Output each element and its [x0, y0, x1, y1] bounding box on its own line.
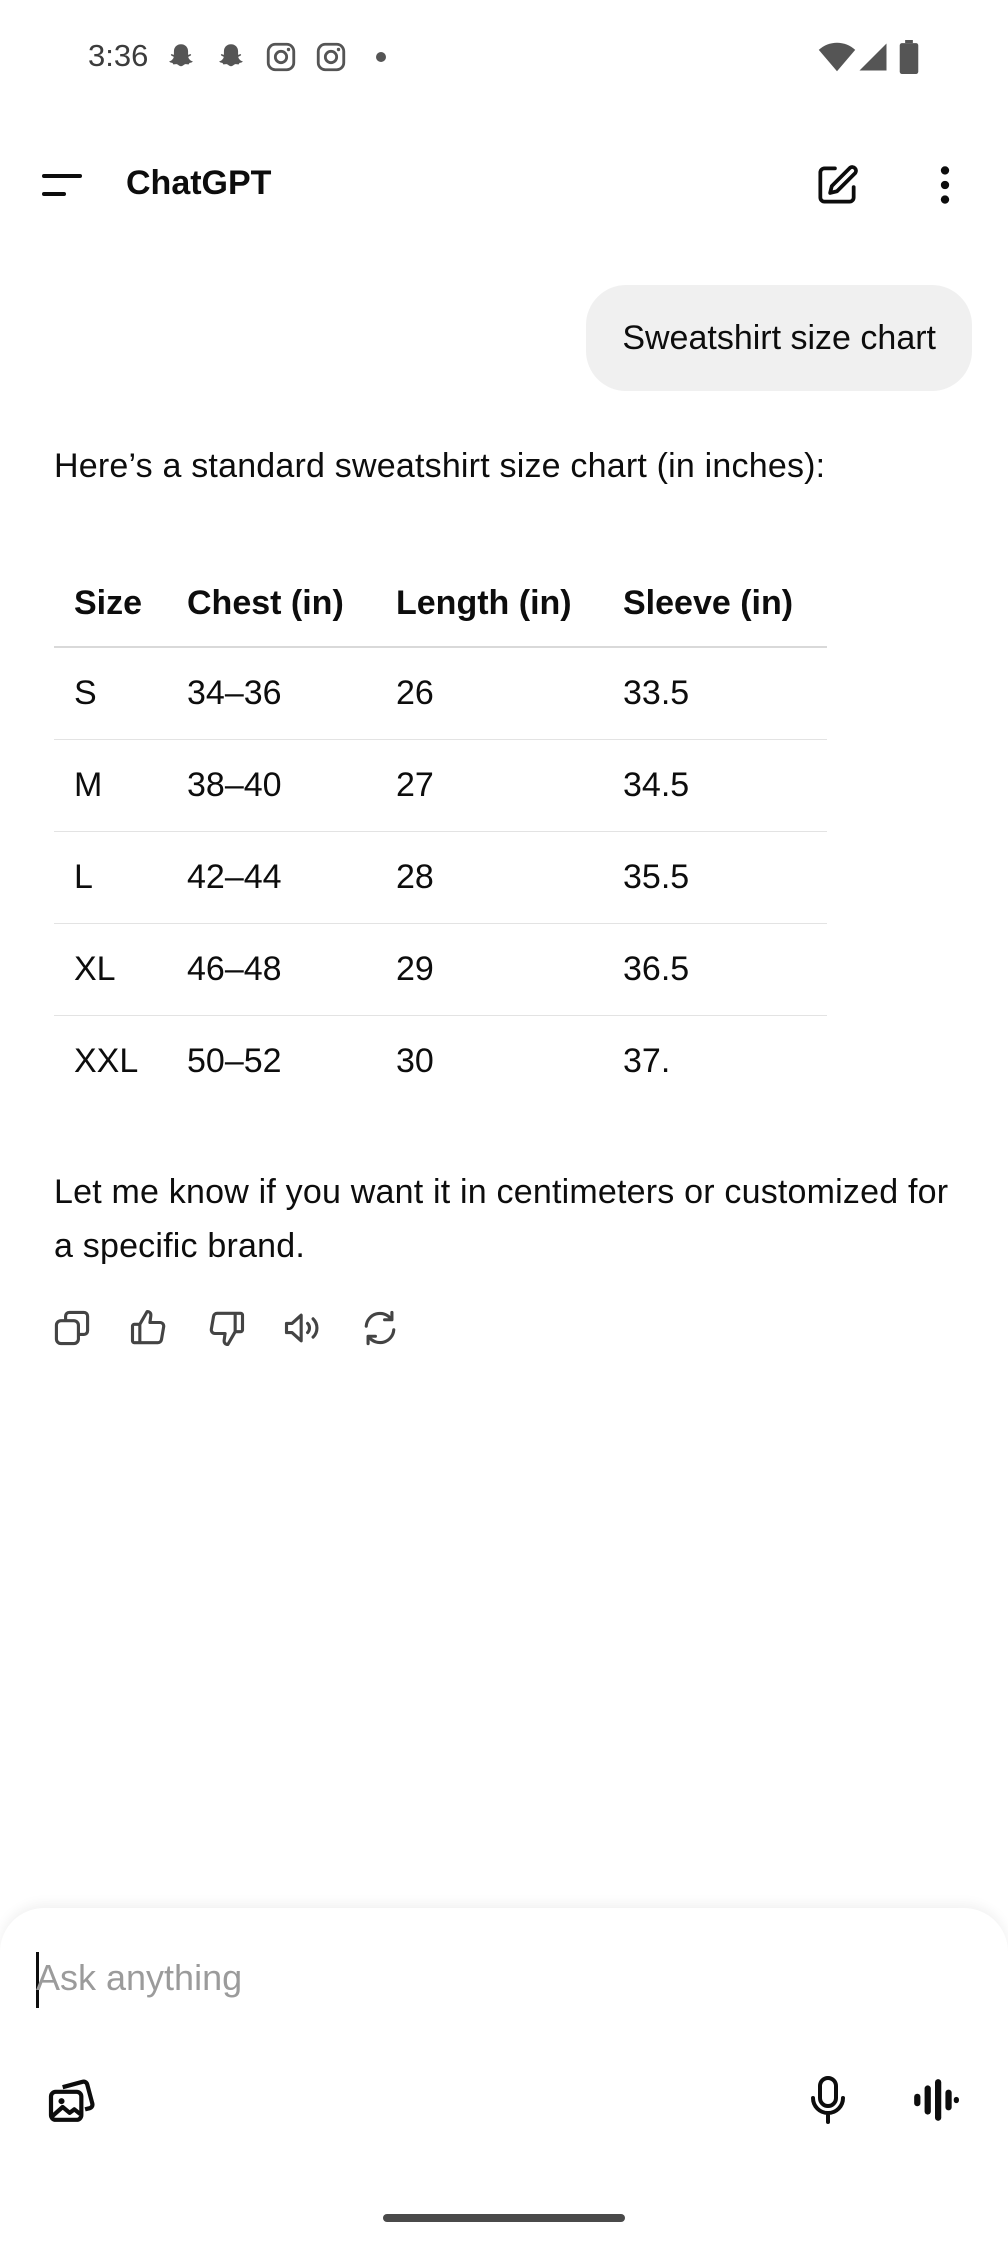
app-title[interactable]: ChatGPT [126, 164, 271, 203]
table-header-cell: Size [54, 560, 167, 648]
voice-mode-icon[interactable] [910, 2074, 960, 2126]
table-cell: S [54, 647, 167, 740]
table-cell: M [54, 739, 167, 832]
table-cell: 35.5 [603, 831, 827, 924]
status-bar: 3:36 [0, 0, 1008, 115]
snapchat-icon [219, 44, 243, 67]
table-cell: 34.5 [603, 739, 827, 832]
edit-icon[interactable] [812, 160, 862, 210]
table-cell: 34–36 [167, 647, 376, 740]
size-chart-table: Size Chest (in) Length (in) Sleeve (in) … [54, 560, 827, 1107]
microphone-icon[interactable] [804, 2074, 852, 2126]
table-cell: 33.5 [603, 647, 827, 740]
regenerate-icon[interactable] [358, 1306, 402, 1350]
battery-icon [899, 40, 919, 74]
table-cell: 36.5 [603, 923, 827, 1016]
user-message-bubble: Sweatshirt size chart [586, 285, 972, 391]
table-cell: 28 [376, 831, 603, 924]
table-cell: L [54, 831, 167, 924]
table-cell: 46–48 [167, 923, 376, 1016]
table-row: S 34–36 26 33.5 [54, 647, 827, 740]
composer [0, 1908, 1008, 2244]
assistant-outro-text: Let me know if you want it in centimeter… [54, 1173, 949, 1265]
assistant-intro-text: Here’s a standard sweatshirt size chart … [54, 447, 826, 485]
table-cell: 26 [376, 647, 603, 740]
dot-icon [376, 52, 386, 62]
cellular-signal-icon [859, 43, 887, 71]
ask-anything-input[interactable] [36, 1948, 936, 2008]
table-cell: 29 [376, 923, 603, 1016]
table-cell: XXL [74, 1041, 139, 1080]
table-header-row: Size Chest (in) Length (in) Sleeve (in) [54, 560, 827, 648]
status-time: 3:36 [88, 38, 149, 73]
wifi-icon [818, 42, 856, 72]
table-row: XL 46–48 29 36.5 [54, 923, 827, 1016]
more-vertical-icon[interactable] [920, 160, 970, 210]
table-cell: 38–40 [167, 739, 376, 832]
instagram-icon [316, 42, 346, 72]
screen: 3:36 ChatGPT Sweatshirt size chart Here’… [0, 0, 1008, 2244]
table-header-cell: Chest (in) [167, 560, 376, 648]
app-header: ChatGPT [0, 140, 1008, 230]
table-cell: 42–44 [167, 831, 376, 924]
thumbs-down-icon[interactable] [204, 1306, 248, 1350]
snapchat-icon [169, 44, 193, 67]
table-cell: 50–52 [187, 1041, 282, 1080]
attach-image-icon[interactable] [44, 2072, 100, 2128]
table-row: M 38–40 27 34.5 [54, 739, 827, 832]
read-aloud-icon[interactable] [281, 1306, 325, 1350]
copy-icon[interactable] [50, 1306, 94, 1350]
home-indicator[interactable] [383, 2214, 625, 2222]
table-cell: 37. [623, 1041, 671, 1080]
menu-icon[interactable] [40, 168, 86, 202]
table-row: XXL 50–52 30 37. [54, 1015, 827, 1107]
table-header-cell: Sleeve (in) [603, 560, 827, 648]
thumbs-up-icon[interactable] [127, 1306, 171, 1350]
instagram-icon [266, 42, 296, 72]
table-row: L 42–44 28 35.5 [54, 831, 827, 924]
table-cell: 27 [376, 739, 603, 832]
table-cell: XL [54, 923, 167, 1016]
table-cell: 30 [396, 1041, 434, 1080]
table-header-cell: Length (in) [376, 560, 603, 648]
